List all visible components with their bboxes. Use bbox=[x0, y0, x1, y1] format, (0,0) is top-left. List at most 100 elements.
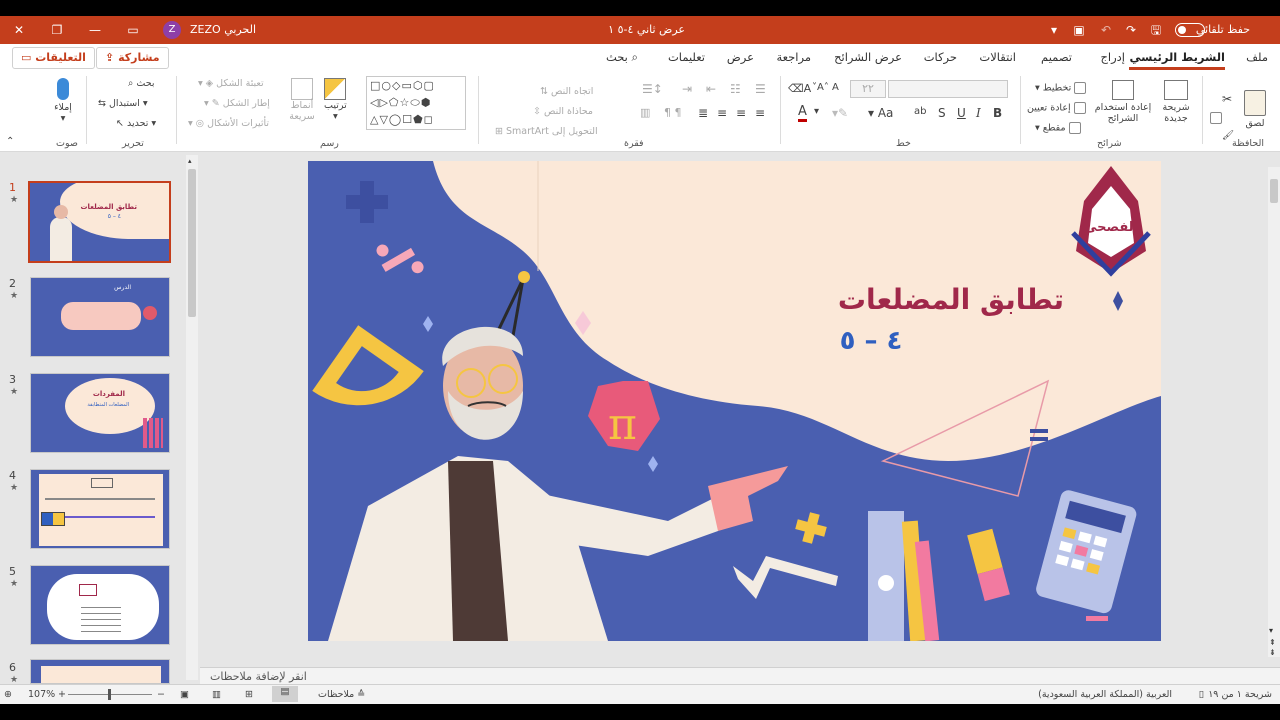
line-spacing-icon[interactable]: ↕☰ bbox=[642, 82, 663, 96]
section-button[interactable]: مقطع ▾ bbox=[1035, 122, 1081, 134]
tab-insert[interactable]: إدراج bbox=[1101, 50, 1126, 64]
smartart-button[interactable]: التحويل إلى SmartArt ⊞ bbox=[495, 126, 598, 137]
tab-file[interactable]: ملف bbox=[1246, 50, 1268, 64]
comments-button[interactable]: التعليقات ▭ bbox=[12, 47, 95, 69]
align-center-icon[interactable]: ≡ bbox=[736, 106, 746, 120]
shape-outline-button[interactable]: إطار الشكل ✎ ▾ bbox=[204, 98, 270, 109]
restore-button[interactable]: ❐ bbox=[46, 21, 68, 39]
slide-thumbnail-6[interactable] bbox=[30, 659, 170, 684]
reuse-slides-button[interactable]: إعادة استخدام الشرائح bbox=[1092, 80, 1154, 124]
slide-canvas[interactable]: π الفصحى تطابق المضلعات ٤ – ٥ bbox=[308, 161, 1161, 641]
cut-icon[interactable]: ✂ bbox=[1222, 92, 1232, 106]
copy-icon[interactable] bbox=[1210, 112, 1222, 124]
paste-button[interactable]: لصق bbox=[1244, 90, 1266, 129]
language-status[interactable]: العربية (المملكة العربية السعودية) bbox=[1038, 689, 1172, 700]
zoom-in-icon[interactable]: + bbox=[58, 689, 66, 700]
font-name-box[interactable] bbox=[888, 80, 1008, 98]
thumbnails-scrollbar[interactable]: ▴ bbox=[186, 155, 198, 680]
font-size-box[interactable]: ٢٢ bbox=[850, 80, 886, 98]
reading-view-icon[interactable]: ▥ bbox=[212, 689, 221, 700]
new-slide-button[interactable]: شريحة جديدة bbox=[1157, 80, 1195, 124]
align-text-button[interactable]: محاذاة النص ⇳ bbox=[533, 106, 593, 117]
shapes-gallery[interactable]: □○◇▭⬡▢ ◁▷⬠☆⬭⬢ △▽◯☐⬟◻ bbox=[366, 76, 466, 130]
slide-thumbnail-4[interactable] bbox=[30, 469, 170, 549]
change-case-button[interactable]: Aa ▾ bbox=[868, 106, 893, 120]
slide-thumbnail-5[interactable] bbox=[30, 565, 170, 645]
justify-icon[interactable]: ≣ bbox=[698, 106, 708, 120]
replace-button[interactable]: ▾ استبدال ⇆ bbox=[98, 98, 148, 109]
next-slide-icon[interactable]: ⇟ bbox=[1269, 648, 1276, 657]
text-direction-button[interactable]: اتجاه النص ⇅ bbox=[540, 86, 593, 97]
tab-help[interactable]: تعليمات bbox=[668, 50, 705, 64]
tab-review[interactable]: مراجعة bbox=[776, 50, 811, 64]
font-color-button[interactable]: A bbox=[798, 104, 807, 122]
collapse-ribbon-icon[interactable]: ⌃ bbox=[6, 136, 14, 147]
quick-styles-button[interactable]: أنماط سريعة bbox=[286, 78, 318, 122]
zoom-out-icon[interactable]: − bbox=[157, 689, 165, 700]
slide-thumbnail-2[interactable]: الدرس bbox=[30, 277, 170, 357]
scroll-down-icon[interactable]: ▾ bbox=[1269, 626, 1273, 635]
dictate-button[interactable]: إملاء ▾ bbox=[50, 78, 76, 124]
reset-button[interactable]: إعادة تعيين bbox=[1027, 102, 1086, 114]
slide-thumbnail-3[interactable]: المفردات المضلعات المتطابقة bbox=[30, 373, 170, 453]
select-button[interactable]: ▾ تحديد ↖ bbox=[116, 118, 156, 129]
bullets-icon[interactable]: ☰ bbox=[755, 82, 766, 96]
undo-icon[interactable]: ↶ bbox=[1095, 21, 1117, 39]
font-color-dropdown-icon[interactable]: ▾ bbox=[814, 106, 819, 117]
normal-view-button[interactable]: ▤ bbox=[272, 686, 298, 702]
slideshow-view-icon[interactable]: ▣ bbox=[180, 689, 189, 700]
search-box[interactable]: ⌕ بحث bbox=[606, 50, 638, 65]
slide-thumbnail-1[interactable]: تطابق المضلعات ٤ – ٥ bbox=[28, 181, 171, 263]
user-name[interactable]: ZEZO الحربي bbox=[190, 23, 256, 36]
avatar[interactable]: Z bbox=[163, 21, 181, 39]
close-button[interactable]: ✕ bbox=[8, 21, 30, 39]
tab-animations[interactable]: حركات bbox=[924, 50, 957, 64]
increase-font-icon[interactable]: A˄ A˅ bbox=[812, 82, 839, 93]
underline-button[interactable]: U bbox=[957, 106, 966, 120]
share-button[interactable]: مشاركة ⇪ bbox=[96, 47, 169, 69]
save-icon[interactable]: 🖫 bbox=[1145, 21, 1167, 39]
ribbon-display-icon[interactable]: ▭ bbox=[122, 21, 144, 39]
columns-icon[interactable]: ▥ bbox=[640, 106, 650, 119]
numbering-icon[interactable]: ☷ bbox=[730, 82, 741, 96]
tab-view[interactable]: عرض bbox=[727, 50, 754, 64]
notes-placeholder[interactable]: انقر لإضافة ملاحظات bbox=[210, 670, 307, 683]
notes-pane[interactable]: انقر لإضافة ملاحظات bbox=[200, 667, 1280, 685]
italic-button[interactable]: I bbox=[976, 106, 981, 120]
char-spacing-icon[interactable]: ab bbox=[914, 106, 926, 117]
slide-sorter-icon[interactable]: ⊞ bbox=[245, 689, 253, 700]
highlight-icon[interactable]: ✎▾ bbox=[832, 106, 848, 120]
clear-format-icon[interactable]: A⌫ bbox=[788, 82, 811, 95]
align-left-icon[interactable]: ≡ bbox=[717, 106, 727, 120]
indent-icon[interactable]: ⇤ bbox=[706, 82, 716, 96]
layout-button[interactable]: تخطيط ▾ bbox=[1035, 82, 1087, 94]
zoom-level[interactable]: 107% bbox=[28, 689, 55, 700]
autosave-toggle[interactable] bbox=[1175, 23, 1205, 37]
rtl-icon[interactable]: ¶ ¶ bbox=[664, 106, 682, 119]
slide-scrollbar[interactable]: ▾ ⇞ ⇟ bbox=[1268, 167, 1280, 657]
tab-slideshow[interactable]: عرض الشرائح bbox=[834, 50, 902, 64]
notes-toggle-button[interactable]: ملاحظات ≙ bbox=[318, 689, 365, 700]
strikethrough-button[interactable]: S bbox=[938, 106, 946, 120]
minimize-button[interactable]: — bbox=[84, 21, 106, 39]
align-right-icon[interactable]: ≡ bbox=[755, 106, 765, 120]
shape-fill-button[interactable]: تعبئة الشكل ◈ ▾ bbox=[198, 78, 264, 89]
tab-transitions[interactable]: انتقالات bbox=[979, 50, 1016, 64]
tab-home[interactable]: الشريط الرئيسي bbox=[1129, 50, 1225, 70]
find-button[interactable]: بحث ⌕ bbox=[128, 78, 154, 89]
find-icon: ⌕ bbox=[128, 78, 134, 89]
outdent-icon[interactable]: ⇥ bbox=[682, 82, 692, 96]
zoom-slider-thumb[interactable] bbox=[108, 689, 111, 700]
customize-qat-icon[interactable]: ▾ bbox=[1043, 21, 1065, 39]
fit-slide-icon[interactable]: ⊕ bbox=[4, 689, 12, 700]
tab-design[interactable]: تصميم bbox=[1041, 50, 1072, 64]
accessibility-icon[interactable]: ▯ bbox=[1199, 689, 1204, 700]
bold-button[interactable]: B bbox=[993, 106, 1002, 120]
present-icon[interactable]: ▣ bbox=[1068, 21, 1090, 39]
zoom-slider[interactable] bbox=[68, 689, 152, 700]
shape-effects-button[interactable]: تأثيرات الأشكال ◎ ▾ bbox=[188, 118, 269, 129]
thumb-number: 5 bbox=[9, 565, 16, 578]
redo-icon[interactable]: ↷ bbox=[1120, 21, 1142, 39]
previous-slide-icon[interactable]: ⇞ bbox=[1269, 638, 1276, 647]
arrange-button[interactable]: ترتيب ▾ bbox=[324, 78, 347, 122]
